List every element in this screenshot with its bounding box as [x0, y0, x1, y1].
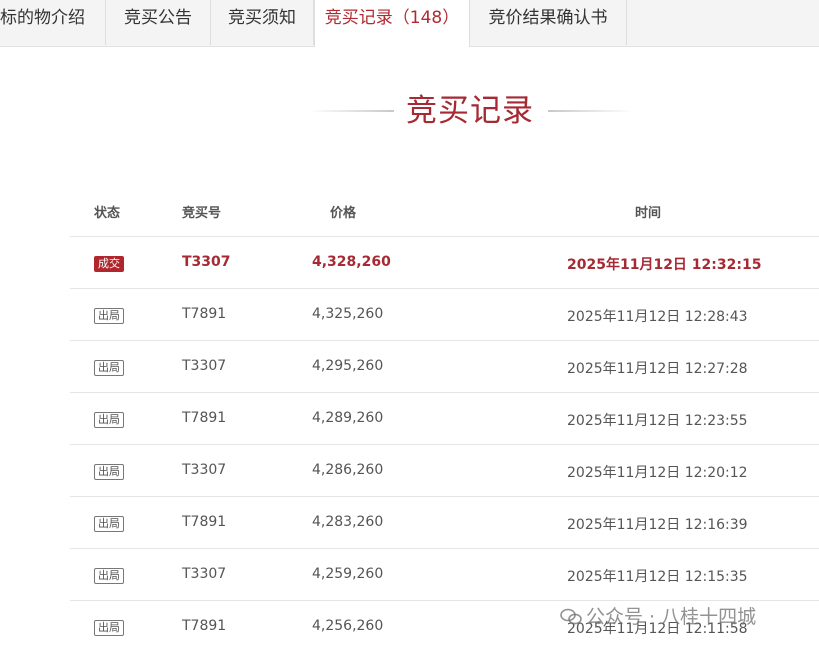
status-badge: 出局 — [94, 516, 124, 532]
heading-divider-left — [308, 110, 394, 112]
header-price: 价格 — [330, 206, 357, 221]
bid-time: 2025年11月12日 12:16:39 — [567, 517, 748, 533]
bid-no: T3307 — [182, 358, 227, 374]
table-row: 出局 T3307 4,259,260 2025年11月12日 12:15:35 — [70, 549, 819, 601]
tab-auction-notice[interactable]: 竞买公告 — [106, 0, 211, 45]
table-row: 出局 T7891 4,325,260 2025年11月12日 12:28:43 — [70, 289, 819, 341]
bid-time: 2025年11月12日 12:27:28 — [567, 361, 748, 377]
header-time: 时间 — [635, 206, 662, 221]
bid-no: T3307 — [182, 566, 227, 582]
status-badge: 出局 — [94, 360, 124, 376]
header-bid-no: 竞买号 — [182, 206, 222, 221]
wechat-icon — [560, 608, 582, 625]
tab-bar: 标的物介绍 竞买公告 竞买须知 竞买记录（148） 竞价结果确认书 — [0, 0, 819, 47]
section-title: 竞买记录 — [406, 93, 534, 129]
tab-bidding-rules[interactable]: 竞买须知 — [211, 0, 314, 45]
table-header: 状态 竞买号 价格 时间 — [70, 184, 819, 237]
status-badge: 出局 — [94, 620, 124, 636]
page: 标的物介绍 竞买公告 竞买须知 竞买记录（148） 竞价结果确认书 竞买记录 状… — [0, 0, 819, 651]
table-row: 成交 T3307 4,328,260 2025年11月12日 12:32:15 — [70, 237, 819, 289]
bid-time: 2025年11月12日 12:32:15 — [567, 257, 762, 273]
bid-price: 4,325,260 — [312, 306, 384, 322]
bid-price: 4,328,260 — [312, 254, 391, 270]
table-row: 出局 T3307 4,286,260 2025年11月12日 12:20:12 — [70, 445, 819, 497]
tab-bid-records[interactable]: 竞买记录（148） — [314, 0, 470, 47]
bid-no: T7891 — [182, 514, 227, 530]
table-row: 出局 T7891 4,289,260 2025年11月12日 12:23:55 — [70, 393, 819, 445]
bid-price: 4,289,260 — [312, 410, 384, 426]
bid-no: T3307 — [182, 462, 227, 478]
bid-no: T7891 — [182, 618, 227, 634]
status-badge: 成交 — [94, 256, 124, 272]
bid-no: T7891 — [182, 410, 227, 426]
tab-item-intro[interactable]: 标的物介绍 — [0, 0, 106, 45]
status-badge: 出局 — [94, 308, 124, 324]
section-heading: 竞买记录 — [300, 88, 640, 134]
bid-time: 2025年11月12日 12:28:43 — [567, 309, 748, 325]
bid-no: T3307 — [182, 254, 231, 270]
bid-no: T7891 — [182, 306, 227, 322]
bid-price: 4,259,260 — [312, 566, 384, 582]
status-badge: 出局 — [94, 412, 124, 428]
watermark: 公众号 · 八桂十四城 — [560, 602, 756, 629]
table-row: 出局 T7891 4,283,260 2025年11月12日 12:16:39 — [70, 497, 819, 549]
watermark-text: 公众号 · 八桂十四城 — [586, 606, 757, 628]
bid-price: 4,295,260 — [312, 358, 384, 374]
status-badge: 出局 — [94, 464, 124, 480]
status-badge: 出局 — [94, 568, 124, 584]
table-row: 出局 T3307 4,295,260 2025年11月12日 12:27:28 — [70, 341, 819, 393]
bid-price: 4,286,260 — [312, 462, 384, 478]
bid-records-table: 状态 竞买号 价格 时间 成交 T3307 4,328,260 2025年11月… — [70, 184, 819, 651]
bid-time: 2025年11月12日 12:23:55 — [567, 413, 748, 429]
bid-price: 4,256,260 — [312, 618, 384, 634]
bid-time: 2025年11月12日 12:20:12 — [567, 465, 748, 481]
header-status: 状态 — [94, 206, 121, 221]
bid-time: 2025年11月12日 12:15:35 — [567, 569, 748, 585]
tab-result-confirmation[interactable]: 竞价结果确认书 — [470, 0, 627, 45]
bid-price: 4,283,260 — [312, 514, 384, 530]
heading-divider-right — [548, 110, 634, 112]
